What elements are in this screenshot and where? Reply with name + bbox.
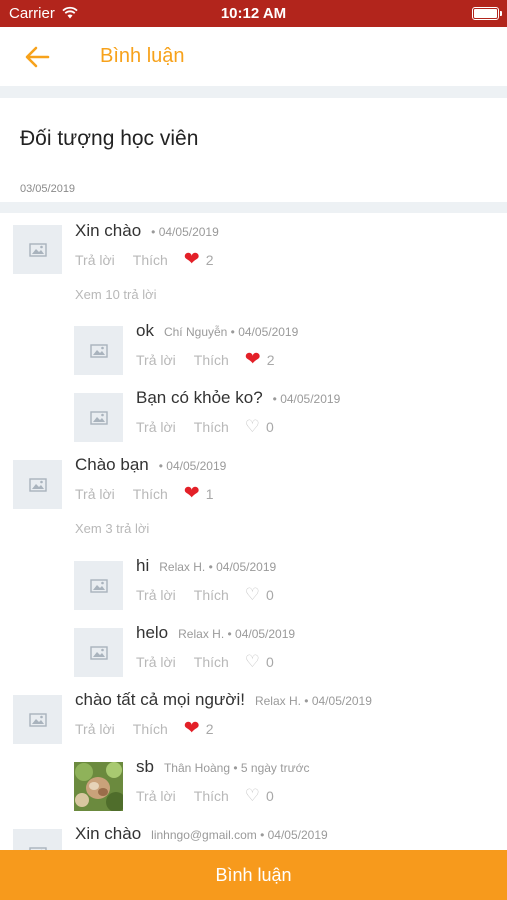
post-title: Đối tượng học viên: [20, 127, 199, 150]
heart-icon[interactable]: ❤: [184, 484, 200, 503]
comment-text: sb: [136, 757, 154, 776]
image-placeholder-icon: [28, 242, 47, 257]
comment-meta: Relax H. • 04/05/2019: [159, 560, 277, 574]
image-placeholder-icon: [89, 410, 108, 425]
battery-icon: [472, 7, 502, 20]
like-count: 0: [266, 418, 274, 435]
reply-button[interactable]: Trả lời: [136, 419, 176, 435]
heart-outline-icon[interactable]: ♡: [245, 786, 260, 805]
like-button[interactable]: Thích: [194, 587, 229, 603]
comment-button[interactable]: Bình luận: [0, 850, 507, 900]
avatar[interactable]: [74, 561, 123, 610]
reply-button[interactable]: Trả lời: [75, 486, 115, 502]
comment-meta: Relax H. • 04/05/2019: [254, 694, 372, 708]
post-header: Đối tượng học viên 03/05/2019: [0, 98, 507, 202]
like-button[interactable]: Thích: [133, 486, 168, 502]
comment-text: chào tất cả mọi người!: [75, 690, 245, 709]
reply-button[interactable]: Trả lời: [136, 352, 176, 368]
comment-meta: Relax H. • 04/05/2019: [178, 627, 296, 641]
like-button[interactable]: Thích: [194, 419, 229, 435]
reply-button[interactable]: Trả lời: [136, 788, 176, 804]
image-placeholder-icon: [89, 645, 108, 660]
comment-item: chào tất cả mọi người! Relax H. • 04/05/2…: [0, 690, 507, 757]
profile-photo: [74, 762, 123, 811]
avatar[interactable]: [74, 628, 123, 677]
navigation-bar: Bình luận: [0, 27, 507, 86]
reply-item: helo Relax H. • 04/05/2019 Trả lời Thích ♡ 0: [0, 623, 507, 690]
image-placeholder-icon: [89, 578, 108, 593]
comment-item: Xin chào • 04/05/2019 Trả lời Thích ❤ 2 Xem …: [0, 213, 507, 323]
view-replies-link[interactable]: Xem 10 trả lời: [75, 287, 157, 302]
like-button[interactable]: Thích: [194, 352, 229, 368]
comment-text: hi: [136, 556, 150, 575]
reply-item: hi Relax H. • 04/05/2019 Trả lời Thích ♡ 0: [0, 556, 507, 623]
avatar-photo[interactable]: [74, 762, 123, 811]
comment-list[interactable]: Xin chào • 04/05/2019 Trả lời Thích ❤ 2 Xem …: [0, 213, 507, 850]
status-bar: Carrier 10:12 AM: [0, 0, 507, 27]
comment-meta: Chí Nguyễn • 04/05/2019: [163, 325, 299, 339]
image-placeholder-icon: [28, 712, 47, 727]
heart-icon[interactable]: ❤: [184, 250, 200, 269]
comment-text: Xin chào: [75, 824, 142, 843]
heart-outline-icon[interactable]: ♡: [245, 652, 260, 671]
image-placeholder-icon: [28, 477, 47, 492]
divider: [0, 86, 507, 98]
comment-text: Xin chào: [75, 221, 142, 240]
post-date: 03/05/2019: [20, 183, 76, 195]
reply-item: ok Chí Nguyễn • 04/05/2019 Trả lời Thích ❤ 2: [0, 321, 507, 388]
back-button[interactable]: [22, 41, 54, 73]
heart-icon[interactable]: ❤: [245, 350, 261, 369]
heart-outline-icon[interactable]: ♡: [245, 417, 260, 436]
avatar[interactable]: [74, 393, 123, 442]
comment-item: Xin chào linhngo@gmail.com • 04/05/2019: [0, 824, 507, 850]
avatar[interactable]: [13, 460, 62, 509]
comment-text: Bạn có khỏe ko?: [136, 388, 263, 407]
reply-item: Bạn có khỏe ko? • 04/05/2019 Trả lời Thích…: [0, 388, 507, 455]
view-replies-link[interactable]: Xem 3 trả lời: [75, 521, 149, 536]
comment-meta: • 04/05/2019: [272, 392, 341, 406]
like-button[interactable]: Thích: [194, 788, 229, 804]
like-count: 0: [266, 787, 274, 804]
avatar[interactable]: [74, 326, 123, 375]
divider: [0, 202, 507, 213]
clock: 10:12 AM: [220, 5, 287, 22]
like-count: 1: [205, 485, 214, 502]
comment-item: Chào bạn • 04/05/2019 Trả lời Thích ❤ 1 Xem …: [0, 455, 507, 556]
page-title: Bình luận: [100, 45, 185, 67]
like-count: 2: [205, 720, 214, 737]
avatar[interactable]: [13, 829, 62, 850]
comment-meta: Thân Hoàng • 5 ngày trước: [163, 761, 310, 775]
like-button[interactable]: Thích: [194, 654, 229, 670]
heart-outline-icon[interactable]: ♡: [245, 585, 260, 604]
avatar[interactable]: [13, 225, 62, 274]
avatar[interactable]: [13, 695, 62, 744]
reply-button[interactable]: Trả lời: [75, 252, 115, 268]
reply-button[interactable]: Trả lời: [136, 587, 176, 603]
like-count: 0: [266, 586, 274, 603]
like-button[interactable]: Thích: [133, 721, 168, 737]
reply-button[interactable]: Trả lời: [75, 721, 115, 737]
image-placeholder-icon: [89, 343, 108, 358]
comment-meta: linhngo@gmail.com • 04/05/2019: [151, 828, 328, 842]
reply-button[interactable]: Trả lời: [136, 654, 176, 670]
like-button[interactable]: Thích: [133, 252, 168, 268]
like-count: 0: [266, 653, 274, 670]
comment-text: Chào bạn: [75, 455, 149, 474]
like-count: 2: [205, 251, 214, 268]
comment-text: helo: [136, 623, 169, 642]
like-count: 2: [266, 351, 275, 368]
comment-meta: • 04/05/2019: [158, 459, 227, 473]
heart-icon[interactable]: ❤: [184, 719, 200, 738]
comment-text: ok: [136, 321, 154, 340]
arrow-left-icon: [25, 46, 50, 68]
reply-item: sb Thân Hoàng • 5 ngày trước Trả lời Thích…: [0, 757, 507, 824]
comment-meta: • 04/05/2019: [151, 225, 219, 239]
